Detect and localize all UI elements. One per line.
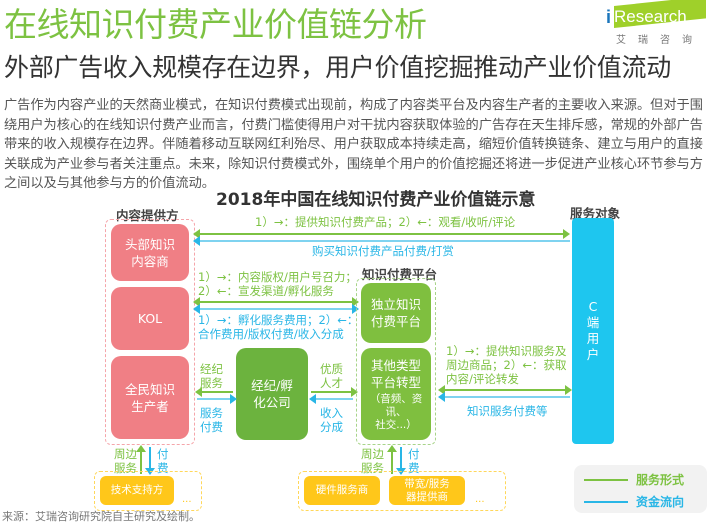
arrow-up-icon [136,445,146,452]
support-bandwidth-provider: 带宽/服务 器提供商 [389,476,465,505]
support-right-ellipsis: ... [475,494,485,505]
agency-left-fund-label: 服务 付费 [200,406,223,434]
legend-fund-line [584,501,628,503]
provider-mass-creators: 全民知识 生产者 [111,356,189,439]
agency-right-service-arrow [311,391,353,393]
arrow-right-icon [563,229,570,239]
platform-independent: 独立知识 付费平台 [361,283,431,343]
arrow-left-icon [438,392,445,402]
top-fund-label: 购买知识付费产品付费/打赏 [312,244,454,258]
arrow-left-icon [195,387,202,397]
logo-i-glyph: i [606,7,612,27]
provider-head-content: 头部知识 内容商 [111,224,189,281]
support-hardware-provider: 硬件服务商 [304,476,380,505]
iresearch-logo: i Research 艾瑞咨询 [606,0,706,46]
arrow-left-icon [309,394,316,404]
platform-transformed: 其他类型 平台转型 （音频、资讯、 社交...） [361,348,431,440]
platform-transformed-note: （音频、资讯、 社交...） [369,392,423,431]
top-fund-arrow [195,240,570,242]
legend-service-label: 服务形式 [636,473,685,487]
right-service-arrow [440,389,568,391]
support-tech-provider: 技术支持方 [100,476,174,505]
page-title: 在线知识付费产业价值链分析 [4,5,427,44]
top-service-label: 1）→：提供知识付费产品；2）←：观看/收听/评论 [255,215,516,229]
arrow-right-icon [565,385,572,395]
page-subtitle: 外部广告收入规模存在边界，用户价值挖掘推动产业价值流动 [4,53,671,82]
right-service-label: 1）→：提供知识服务及 周边商品；2）←：获取 内容/评论转发 [446,344,567,386]
mid-service-label: 1）→：内容版权/用户号召力； 2）←：宣发渠道/孵化服务 [198,270,357,298]
agency-right-fund-label: 收入 分成 [320,406,343,434]
source-note: 来源：艾瑞咨询研究院自主研究及绘制。 [2,510,200,523]
logo-cn: 艾瑞咨询 [616,35,704,46]
legend: 服务形式 资金流向 [574,465,707,513]
right-fund-label: 知识服务付费等 [467,404,548,418]
logo-brand: Research [614,7,687,26]
legend-fund-label: 资金流向 [636,495,685,509]
provider-kol: KOL [111,287,189,350]
mid-fund-label: 1）→：孵化服务费用；2）←： 合作费用/版权付费/收入分成 [198,313,359,341]
agency-box: 经纪/孵 化公司 [236,348,308,440]
top-service-arrow [195,233,565,235]
diagram-title: 2018年中国在线知识付费产业价值链示意 [216,190,536,210]
support-left-ellipsis: ... [182,494,192,505]
agency-left-service-arrow [197,391,233,393]
right-fund-arrow [440,396,570,398]
arrow-left-icon [193,236,200,246]
agency-right-service-label: 优质 人才 [320,362,343,390]
agency-right-fund-arrow [311,398,353,400]
legend-service-line [584,479,628,481]
agency-left-fund-arrow [197,398,233,400]
arrow-up-icon [387,445,397,452]
mid-fund-arrow [195,308,355,310]
intro-paragraph: 广告作为内容产业的天然商业模式，在知识付费模式出现前，构成了内容类平台及内容生产… [4,98,703,192]
arrow-right-icon [230,394,237,404]
mid-service-arrow [195,301,355,303]
platform-transformed-label: 其他类型 平台转型 [370,357,421,390]
agency-left-service-label: 经纪 服务 [200,362,223,390]
c-end-user-block: C 端 用 户 [572,218,614,444]
